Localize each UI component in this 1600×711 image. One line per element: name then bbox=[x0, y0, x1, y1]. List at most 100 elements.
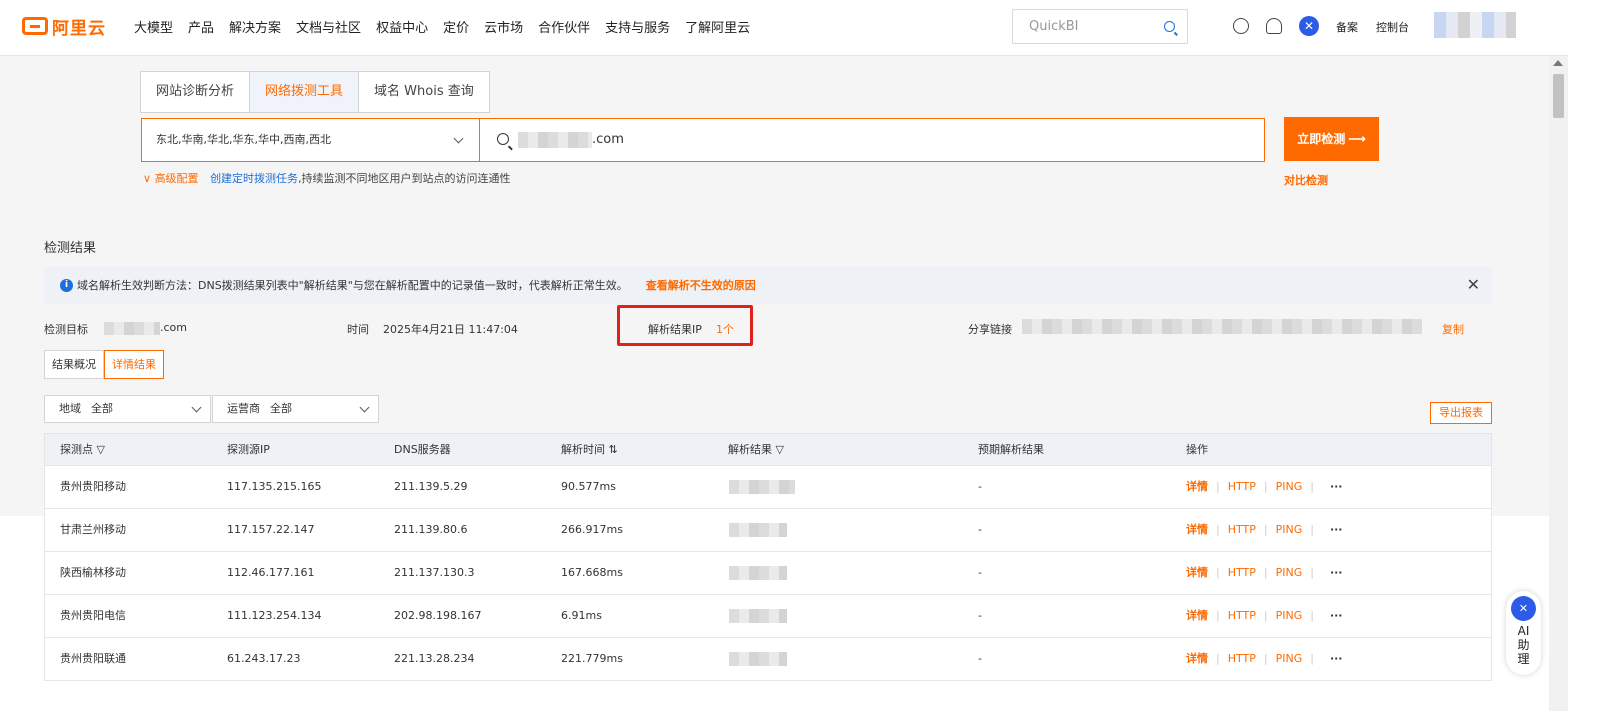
logo-icon bbox=[22, 17, 48, 35]
nav-item-products[interactable]: 产品 bbox=[188, 17, 214, 36]
carrier-filter-label: 运营商 bbox=[227, 402, 260, 415]
tab-site-diagnosis[interactable]: 网站诊断分析 bbox=[140, 71, 251, 113]
main-nav: 大模型 产品 解决方案 文档与社区 权益中心 定价 云市场 合作伙伴 支持与服务… bbox=[134, 0, 765, 52]
ping-link[interactable]: PING bbox=[1276, 523, 1303, 536]
search-icon bbox=[497, 133, 509, 145]
nav-item-solutions[interactable]: 解决方案 bbox=[229, 17, 281, 36]
resolve-result-blur bbox=[729, 566, 787, 580]
tab-details[interactable]: 详情结果 bbox=[104, 350, 164, 379]
avatar[interactable] bbox=[1434, 12, 1516, 38]
tab-overview[interactable]: 结果概况 bbox=[44, 350, 104, 379]
ping-link[interactable]: PING bbox=[1276, 652, 1303, 665]
search-input[interactable]: QuickBI bbox=[1012, 9, 1188, 44]
info-text: 域名解析生效判断方法：DNS拨测结果列表中"解析结果"与您在解析配置中的记录值一… bbox=[77, 279, 628, 292]
scroll-thumb[interactable] bbox=[1553, 74, 1564, 118]
top-navbar: 阿里云 大模型 产品 解决方案 文档与社区 权益中心 定价 云市场 合作伙伴 支… bbox=[0, 0, 1600, 56]
carrier-filter[interactable]: 运营商 全部 bbox=[212, 395, 379, 423]
http-link[interactable]: HTTP bbox=[1228, 609, 1256, 622]
sort-icon[interactable]: ⇅ bbox=[609, 443, 618, 456]
more-icon[interactable]: ··· bbox=[1330, 652, 1343, 665]
ping-link[interactable]: PING bbox=[1276, 566, 1303, 579]
region-select[interactable]: 东北,华南,华北,华东,华中,西南,西北 bbox=[141, 118, 479, 162]
ping-link[interactable]: PING bbox=[1276, 609, 1303, 622]
nav-item-pricing[interactable]: 定价 bbox=[443, 17, 469, 36]
tab-network-probe[interactable]: 网络拨测工具 bbox=[249, 71, 360, 113]
details-link[interactable]: 详情 bbox=[1186, 652, 1208, 665]
http-link[interactable]: HTTP bbox=[1228, 480, 1256, 493]
close-icon[interactable]: ✕ bbox=[1467, 277, 1480, 293]
nav-item-docs[interactable]: 文档与社区 bbox=[296, 17, 361, 36]
nav-item-benefits[interactable]: 权益中心 bbox=[376, 17, 428, 36]
search-icon[interactable] bbox=[1164, 21, 1175, 32]
chevron-down-icon bbox=[359, 402, 370, 413]
cell-expected-result: - bbox=[978, 652, 982, 665]
domain-input[interactable]: .com bbox=[479, 118, 1265, 162]
col-resolve-time[interactable]: 解析时间 ⇅ bbox=[561, 434, 618, 466]
more-icon[interactable]: ··· bbox=[1330, 480, 1343, 493]
http-link[interactable]: HTTP bbox=[1228, 566, 1256, 579]
ai-helper-icon: ✕ bbox=[1511, 596, 1536, 621]
filter-icon[interactable]: ▽ bbox=[776, 443, 784, 456]
cell-resolve-time: 167.668ms bbox=[561, 566, 623, 579]
row-actions: 详情 | HTTP | PING | ··· bbox=[1186, 609, 1343, 622]
nav-item-partners[interactable]: 合作伙伴 bbox=[538, 17, 590, 36]
info-link[interactable]: 查看解析不生效的原因 bbox=[646, 279, 756, 292]
more-icon[interactable]: ··· bbox=[1330, 609, 1343, 622]
scrollbar[interactable] bbox=[1549, 56, 1568, 711]
details-link[interactable]: 详情 bbox=[1186, 523, 1208, 536]
details-link[interactable]: 详情 bbox=[1186, 566, 1208, 579]
cell-resolve-result-redacted bbox=[729, 652, 787, 666]
col-probe-point[interactable]: 探测点 ▽ bbox=[60, 434, 105, 466]
aliyun-logo[interactable]: 阿里云 bbox=[22, 14, 106, 39]
carrier-filter-value: 全部 bbox=[270, 402, 292, 415]
region-filter[interactable]: 地域 全部 bbox=[44, 395, 211, 423]
compare-link[interactable]: 对比检测 bbox=[1284, 172, 1328, 188]
http-link[interactable]: HTTP bbox=[1228, 652, 1256, 665]
details-link[interactable]: 详情 bbox=[1186, 480, 1208, 493]
cell-source-ip: 112.46.177.161 bbox=[227, 566, 315, 579]
details-link[interactable]: 详情 bbox=[1186, 609, 1208, 622]
ai-helper-label-3: 理 bbox=[1517, 652, 1530, 666]
cell-expected-result: - bbox=[978, 480, 982, 493]
filter-icon[interactable]: ▽ bbox=[97, 443, 105, 456]
nav-item-llm[interactable]: 大模型 bbox=[134, 17, 173, 36]
more-icon[interactable]: ··· bbox=[1330, 523, 1343, 536]
copy-link[interactable]: 复制 bbox=[1442, 321, 1464, 337]
ai-helper-button[interactable]: ✕ AI 助 理 bbox=[1506, 591, 1541, 675]
beian-link[interactable]: 备案 bbox=[1336, 19, 1358, 35]
ai-assistant-icon[interactable]: ✕ bbox=[1299, 16, 1319, 36]
headset-icon[interactable] bbox=[1266, 18, 1282, 34]
nav-item-marketplace[interactable]: 云市场 bbox=[484, 17, 523, 36]
resolve-result-blur bbox=[729, 523, 787, 537]
col-resolve-result-label: 解析结果 bbox=[728, 443, 772, 456]
ping-link[interactable]: PING bbox=[1276, 480, 1303, 493]
resolve-result-blur bbox=[729, 480, 795, 494]
advanced-config-toggle[interactable]: ∨ 高级配置 bbox=[143, 172, 199, 185]
ai-helper-label-2: 助 bbox=[1517, 638, 1530, 652]
cell-dns-server: 211.139.80.6 bbox=[394, 523, 468, 536]
create-task-desc: ,持续监测不同地区用户到站点的访问连通性 bbox=[298, 172, 511, 185]
more-icon[interactable]: ··· bbox=[1330, 566, 1343, 579]
target-value: .com bbox=[104, 321, 187, 335]
table-row: 贵州贵阳电信 111.123.254.134 202.98.198.167 6.… bbox=[44, 595, 1492, 638]
export-button[interactable]: 导出报表 bbox=[1430, 402, 1492, 424]
console-link[interactable]: 控制台 bbox=[1376, 19, 1409, 35]
cell-expected-result: - bbox=[978, 566, 982, 579]
col-resolve-result[interactable]: 解析结果 ▽ bbox=[728, 434, 784, 466]
nav-item-support[interactable]: 支持与服务 bbox=[605, 17, 670, 36]
http-link[interactable]: HTTP bbox=[1228, 523, 1256, 536]
create-task-link[interactable]: 创建定时拨测任务 bbox=[210, 172, 298, 185]
compass-icon[interactable] bbox=[1233, 18, 1249, 34]
results-table: 探测点 ▽ 探测源IP DNS服务器 解析时间 ⇅ 解析结果 ▽ 预期解析结果 … bbox=[44, 433, 1492, 681]
tab-whois[interactable]: 域名 Whois 查询 bbox=[358, 71, 490, 113]
cell-probe-point: 贵州贵阳移动 bbox=[60, 480, 126, 493]
scroll-up-arrow-icon[interactable] bbox=[1553, 60, 1563, 66]
nav-item-about[interactable]: 了解阿里云 bbox=[685, 17, 750, 36]
table-row: 陕西榆林移动 112.46.177.161 211.137.130.3 167.… bbox=[44, 552, 1492, 595]
detect-button[interactable]: 立即检测 ⟶ bbox=[1284, 117, 1379, 161]
row-actions: 详情 | HTTP | PING | ··· bbox=[1186, 480, 1343, 493]
cell-resolve-time: 221.779ms bbox=[561, 652, 623, 665]
row-actions: 详情 | HTTP | PING | ··· bbox=[1186, 523, 1343, 536]
cell-resolve-time: 6.91ms bbox=[561, 609, 602, 622]
cell-dns-server: 221.13.28.234 bbox=[394, 652, 475, 665]
